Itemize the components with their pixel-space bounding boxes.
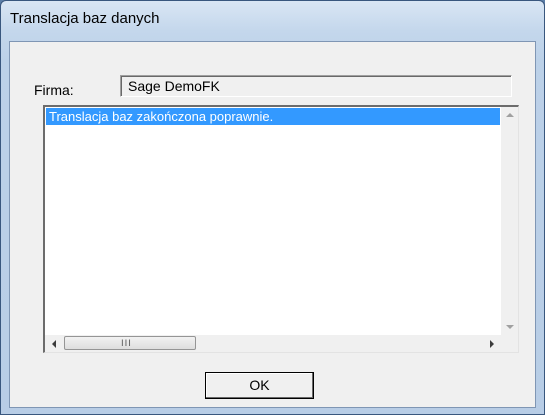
scroll-up-icon[interactable] [506,113,514,117]
title-bar[interactable]: Translacja baz danych [1,1,544,41]
vertical-scrollbar[interactable] [501,107,518,335]
dialog-window: Translacja baz danych Firma: Sage DemoFK… [0,0,545,415]
horizontal-scroll-thumb[interactable]: III [64,336,196,350]
scrollbar-corner [501,335,518,352]
ok-button[interactable]: OK [205,372,314,399]
dialog-client-area: Firma: Sage DemoFK Translacja baz zakońc… [9,41,536,408]
scroll-right-icon[interactable] [490,340,494,348]
list-item[interactable]: Translacja baz zakończona poprawnie. [46,108,500,125]
thumb-grip: III [121,339,132,349]
log-listbox[interactable]: Translacja baz zakończona poprawnie. III [43,105,519,353]
scroll-down-icon[interactable] [506,325,514,329]
scroll-left-icon[interactable] [52,340,56,348]
firma-field: Sage DemoFK [120,75,512,97]
horizontal-scrollbar[interactable]: III [45,335,501,352]
firma-label: Firma: [34,82,74,98]
window-title: Translacja baz danych [10,10,160,27]
